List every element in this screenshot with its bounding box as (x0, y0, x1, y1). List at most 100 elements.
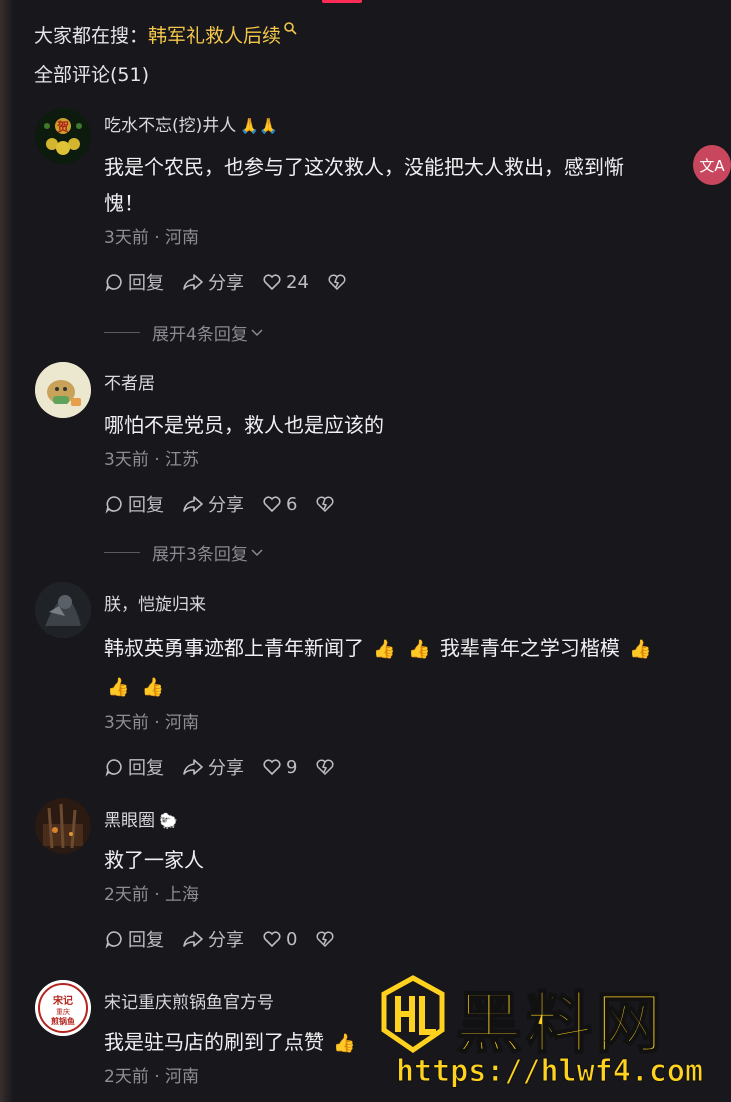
divider-line (104, 332, 140, 333)
comment-actions: 回复 分享 24 (104, 267, 709, 297)
username-text[interactable]: 朕，恺旋归来 (104, 592, 206, 618)
comment-text-line: 愧！ (104, 191, 144, 215)
share-icon (183, 496, 203, 512)
watermark-title: 黑料网 (455, 984, 666, 1063)
dislike-button[interactable] (315, 758, 339, 776)
avatar[interactable]: 贺 (35, 108, 91, 164)
comment-text-segment: 韩叔英勇事迹都上青年新闻了 (104, 636, 364, 660)
like-count: 9 (286, 756, 298, 778)
share-button[interactable]: 分享 (182, 926, 244, 952)
dislike-button[interactable] (315, 495, 339, 513)
reply-button[interactable]: 回复 (104, 926, 164, 952)
heart-icon (263, 759, 281, 776)
avatar-image (35, 798, 91, 854)
comment-text-line: 👍 👍 (104, 668, 709, 706)
thumbs-up-emoji-icon: 👍 (141, 677, 165, 698)
comment-text: 救了一家人 (104, 842, 709, 878)
reply-button[interactable]: 回复 (104, 754, 164, 780)
search-icon (284, 22, 297, 35)
username-text[interactable]: 不者居 (104, 371, 155, 397)
expand-replies-button[interactable]: 展开3条回复 (104, 540, 264, 565)
expand-replies-button[interactable]: 展开4条回复 (104, 320, 264, 345)
watermark-logo-icon (381, 975, 445, 1054)
like-button[interactable]: 9 (262, 757, 297, 778)
share-label: 分享 (208, 273, 244, 294)
reply-icon (105, 931, 122, 949)
comment-text-segment: 我是驻马店的刷到了点赞 (104, 1030, 324, 1054)
broken-heart-icon (316, 759, 334, 776)
like-count: 6 (286, 493, 298, 515)
reply-button[interactable]: 回复 (104, 269, 164, 295)
avatar[interactable] (35, 798, 91, 854)
translate-button[interactable]: 文A (693, 145, 731, 185)
expand-label: 展开3条回复 (152, 545, 248, 565)
comment-text-line: 救了一家人 (104, 848, 204, 872)
trending-search-prefix: 大家都在搜： (34, 24, 149, 47)
comment-actions: 回复 分享 0 (104, 924, 709, 954)
comment-text: 韩叔英勇事迹都上青年新闻了 👍 👍 我辈青年之学习楷模 👍 👍 👍 (104, 630, 709, 706)
svg-text:贺: 贺 (56, 119, 69, 134)
active-tab-indicator (322, 0, 362, 3)
avatar[interactable] (35, 362, 91, 418)
comment-username[interactable]: 朕，恺旋归来 (104, 592, 709, 618)
comment-username[interactable]: 吃水不忘(挖)井人 🙏🙏 (104, 113, 709, 139)
reply-label: 回复 (128, 273, 164, 294)
divider-line (104, 552, 140, 553)
avatar-image: 宋记 重庆 煎锅鱼 (35, 980, 91, 1036)
trending-search-bar[interactable]: 大家都在搜： 韩军礼救人后续 (34, 18, 297, 50)
watermark: 黑料网 https://hlwf4.com (378, 970, 731, 1102)
broken-heart-icon (316, 496, 334, 513)
broken-heart-icon (316, 931, 334, 948)
comment-text: 我是个农民，也参与了这次救人，没能把大人救出，感到惭 愧！ (104, 149, 709, 221)
comment-username[interactable]: 黑眼圈 🐑 (104, 808, 709, 834)
reply-label: 回复 (128, 930, 164, 951)
reply-label: 回复 (128, 758, 164, 779)
translate-icon: 文A (699, 156, 725, 175)
share-icon (183, 931, 203, 947)
comments-page: 大家都在搜： 韩军礼救人后续 全部评论(51) 贺 吃水不忘(挖)井人 🙏🙏 我… (0, 0, 731, 1102)
share-button[interactable]: 分享 (182, 491, 244, 517)
share-label: 分享 (208, 495, 244, 516)
heart-icon (263, 496, 281, 513)
trending-search-term[interactable]: 韩军礼救人后续 (148, 21, 281, 48)
chevron-down-icon (251, 548, 263, 556)
comment-count: 全部评论(51) (34, 64, 150, 86)
dislike-button[interactable] (327, 273, 351, 291)
username-text[interactable]: 宋记重庆煎锅鱼官方号 (104, 990, 274, 1016)
svg-text:重庆: 重庆 (56, 1007, 70, 1016)
comment-actions: 回复 分享 9 (104, 752, 709, 782)
avatar[interactable]: 宋记 重庆 煎锅鱼 (35, 980, 91, 1036)
broken-heart-icon (328, 274, 346, 291)
chevron-down-icon (251, 328, 263, 336)
comment-username[interactable]: 不者居 (104, 371, 709, 397)
username-text[interactable]: 黑眼圈 (104, 808, 155, 834)
like-button[interactable]: 6 (262, 494, 297, 515)
share-button[interactable]: 分享 (182, 269, 244, 295)
thumbs-up-emoji-icon: 👍 (408, 639, 431, 660)
share-button[interactable]: 分享 (182, 754, 244, 780)
like-button[interactable]: 24 (262, 272, 309, 293)
comment-meta: 3天前 · 河南 (104, 713, 200, 733)
comment-actions: 回复 分享 6 (104, 489, 709, 519)
avatar-image (35, 362, 91, 418)
thumbs-up-emoji-icon: 👍 (333, 1033, 356, 1054)
thumbs-up-emoji-icon: 👍 (373, 639, 396, 660)
reply-button[interactable]: 回复 (104, 491, 164, 517)
comment-meta: 2天前 · 上海 (104, 885, 200, 905)
sheep-emoji-icon: 🐑 (159, 812, 178, 830)
comment-text: 哪怕不是党员，救人也是应该的 (104, 407, 709, 443)
like-count: 0 (286, 928, 298, 950)
reply-icon (105, 496, 122, 514)
like-button[interactable]: 0 (262, 929, 297, 950)
avatar-image (35, 582, 91, 638)
avatar[interactable] (35, 582, 91, 638)
heart-icon (263, 931, 281, 948)
dislike-button[interactable] (315, 930, 339, 948)
like-count: 24 (286, 271, 309, 293)
expand-label: 展开4条回复 (152, 325, 248, 345)
comment-text-line: 我是个农民，也参与了这次救人，没能把大人救出，感到惭 (104, 155, 624, 179)
username-text[interactable]: 吃水不忘(挖)井人 (104, 113, 236, 139)
thumbs-up-emoji-icon: 👍 (107, 677, 130, 698)
comment-text-segment: 我辈青年之学习楷模 (439, 636, 620, 660)
comment-meta: 3天前 · 河南 (104, 228, 200, 248)
